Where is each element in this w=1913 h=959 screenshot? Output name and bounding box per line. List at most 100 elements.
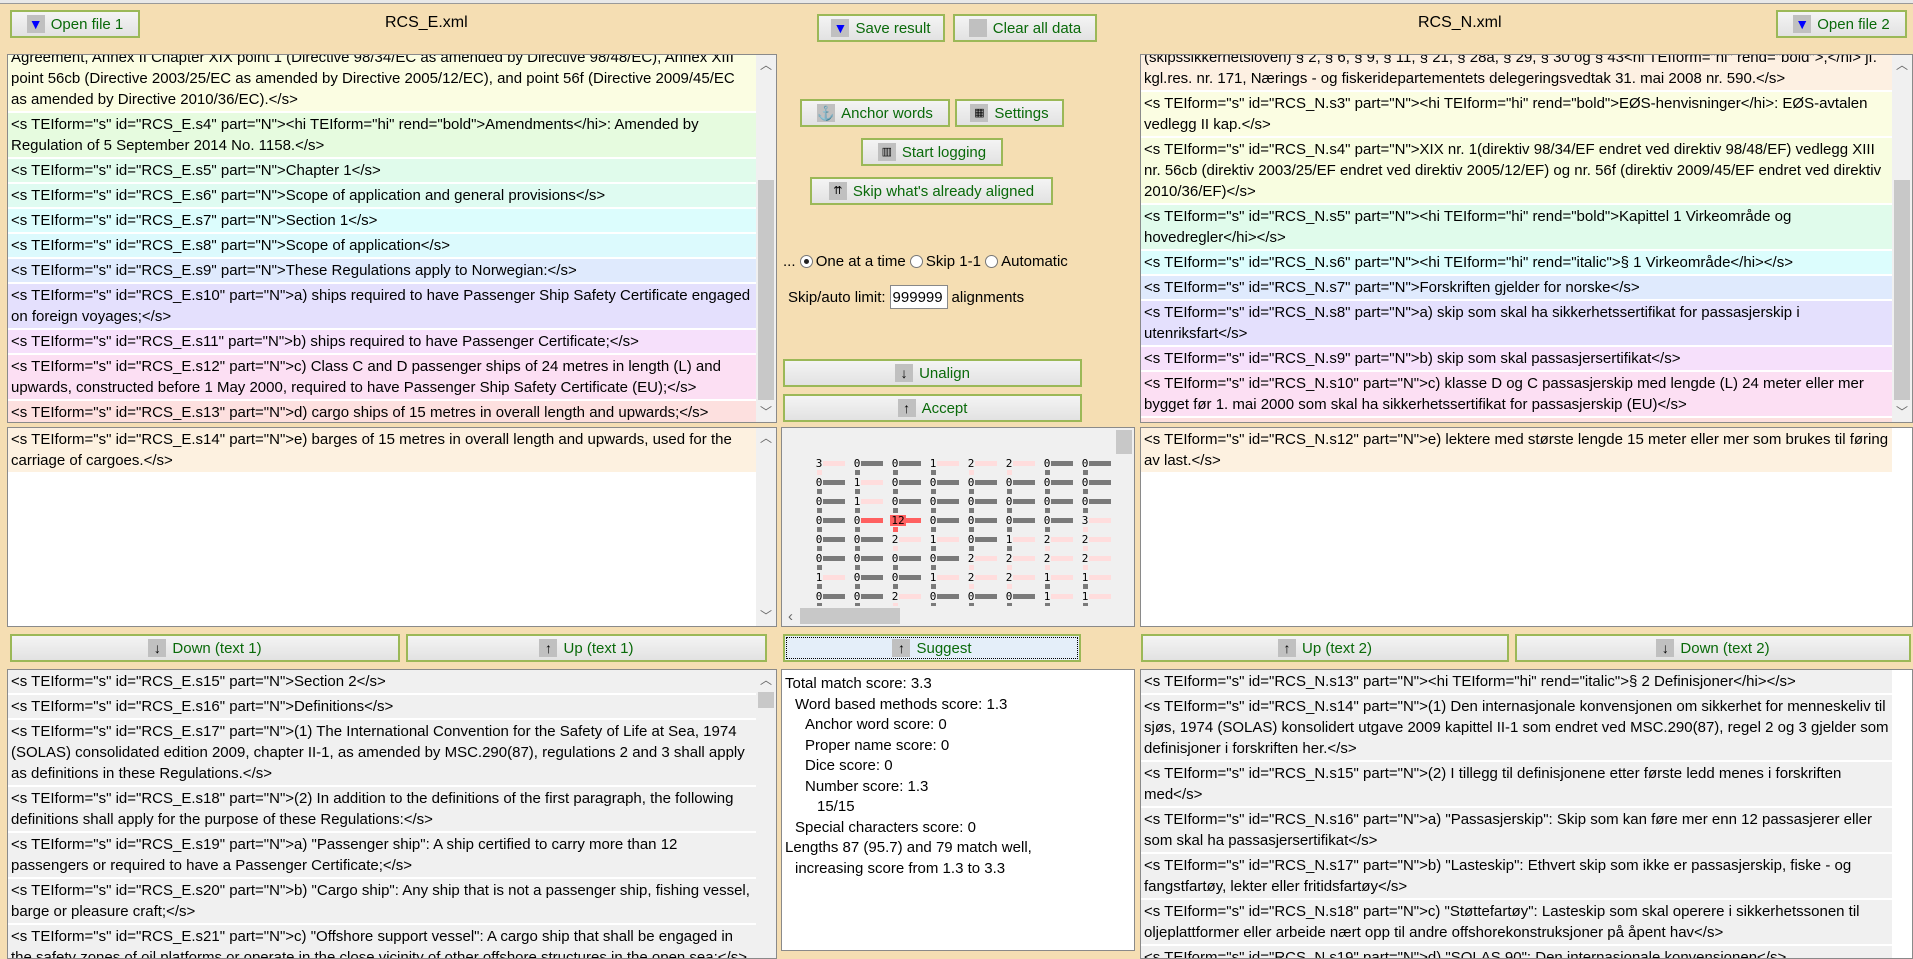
matrix-cell[interactable]: 0: [852, 515, 862, 526]
scroll-thumb[interactable]: [1116, 430, 1132, 454]
scroll-thumb[interactable]: [1894, 180, 1910, 400]
matrix-cell[interactable]: 1: [852, 496, 862, 507]
scroll-up-icon[interactable]: ︿: [756, 55, 776, 75]
sentence-row[interactable]: <s TEIform="s" id="RCS_N.s13" part="N"><…: [1141, 670, 1892, 695]
sentence-row[interactable]: <s TEIform="s" id="RCS_N.s14" part="N">(…: [1141, 695, 1892, 762]
matrix-cell[interactable]: 2: [1004, 572, 1014, 583]
matrix-cell[interactable]: 0: [852, 591, 862, 602]
sentence-row[interactable]: <s TEIform="s" id="RCS_N.s5" part="N"><h…: [1141, 205, 1892, 251]
matrix-cell[interactable]: 1: [852, 477, 862, 488]
text1-remaining-panel[interactable]: <s TEIform="s" id="RCS_E.s15" part="N">S…: [7, 669, 777, 959]
scrollbar[interactable]: ︿: [756, 670, 776, 958]
scroll-down-icon[interactable]: ﹀: [1892, 402, 1912, 422]
matrix-cell[interactable]: 0: [890, 496, 900, 507]
clear-all-data-button[interactable]: Clear all data: [953, 14, 1097, 42]
sentence-row[interactable]: <s TEIform="s" id="RCS_E.s18" part="N">(…: [8, 787, 756, 833]
matrix-hscroll[interactable]: ‹: [782, 606, 1134, 626]
up-text2-button[interactable]: ↑ Up (text 2): [1141, 634, 1509, 662]
scrollbar[interactable]: ︿ ﹀: [756, 55, 776, 422]
text2-unaligned-panel[interactable]: (skipssikkerhetsloven) § 2, § 6, § 9, § …: [1140, 54, 1913, 423]
sentence-row[interactable]: <s TEIform="s" id="RCS_N.s6" part="N"><h…: [1141, 251, 1892, 276]
scroll-thumb[interactable]: [758, 692, 774, 708]
radio-automatic[interactable]: Automatic: [985, 253, 1068, 270]
matrix-cell[interactable]: 0: [852, 572, 862, 583]
sentence-row[interactable]: <s TEIform="s" id="RCS_E.s9" part="N">Th…: [8, 259, 756, 284]
sentence-row[interactable]: Agreement, Annex II Chapter XIX point 1 …: [8, 55, 756, 113]
matrix-cell[interactable]: 1: [814, 572, 824, 583]
text2-remaining-panel[interactable]: <s TEIform="s" id="RCS_N.s13" part="N"><…: [1140, 669, 1913, 959]
scroll-thumb[interactable]: [758, 180, 774, 400]
matrix-cell[interactable]: 0: [814, 515, 824, 526]
matrix-cell[interactable]: 0: [1004, 477, 1014, 488]
sentence-row[interactable]: <s TEIform="s" id="RCS_N.s8" part="N">a)…: [1141, 301, 1892, 347]
text2-aligned-panel[interactable]: <s TEIform="s" id="RCS_N.s12" part="N">e…: [1140, 427, 1913, 627]
matrix-cell[interactable]: 0: [1004, 591, 1014, 602]
matrix-cell[interactable]: 0: [1004, 496, 1014, 507]
matrix-cell[interactable]: 0: [852, 458, 862, 469]
matrix-cell[interactable]: 0: [890, 477, 900, 488]
open-file-1-button[interactable]: ▼ Open file 1: [10, 10, 140, 38]
matrix-cell[interactable]: 0: [890, 458, 900, 469]
unalign-button[interactable]: ↓ Unalign: [783, 359, 1082, 387]
matrix-cell[interactable]: 1: [928, 534, 938, 545]
matrix-cell[interactable]: 0: [1042, 458, 1052, 469]
sentence-row[interactable]: <s TEIform="s" id="RCS_E.s19" part="N">a…: [8, 833, 756, 879]
sentence-row[interactable]: <s TEIform="s" id="RCS_N.s3" part="N"><h…: [1141, 92, 1892, 138]
matrix-cell[interactable]: 0: [966, 496, 976, 507]
matrix-cell[interactable]: 0: [966, 515, 976, 526]
matrix-cell[interactable]: 2: [1080, 534, 1090, 545]
sentence-row[interactable]: <s TEIform="s" id="RCS_N.s12" part="N">e…: [1141, 428, 1892, 474]
matrix-vscroll[interactable]: [1114, 428, 1134, 606]
text1-aligned-panel[interactable]: <s TEIform="s" id="RCS_E.s14" part="N">e…: [7, 427, 777, 627]
matrix-cell[interactable]: 0: [928, 553, 938, 564]
radio-one-at-a-time[interactable]: One at a time: [799, 253, 906, 270]
matrix-cell[interactable]: 3: [1080, 515, 1090, 526]
matrix-cell[interactable]: 0: [1080, 496, 1090, 507]
sentence-row[interactable]: <s TEIform="s" id="RCS_N.s10" part="N">c…: [1141, 372, 1892, 418]
settings-button[interactable]: ▦ Settings: [955, 99, 1064, 127]
sentence-row[interactable]: <s TEIform="s" id="RCS_E.s13" part="N">d…: [8, 401, 756, 422]
matrix-cell[interactable]: 2: [966, 553, 976, 564]
matrix-cell[interactable]: 0: [1042, 496, 1052, 507]
matrix-cell[interactable]: 2: [890, 534, 900, 545]
sentence-row[interactable]: <s TEIform="s" id="RCS_E.s17" part="N">(…: [8, 720, 756, 787]
anchor-words-button[interactable]: ⚓ Anchor words: [800, 99, 950, 127]
matrix-cell[interactable]: 2: [1080, 553, 1090, 564]
matrix-cell[interactable]: 0: [966, 591, 976, 602]
matrix-cell[interactable]: 2: [1004, 458, 1014, 469]
sentence-row[interactable]: (skipssikkerhetsloven) § 2, § 6, § 9, § …: [1141, 55, 1892, 92]
matrix-cell[interactable]: 0: [1004, 515, 1014, 526]
scroll-thumb[interactable]: [800, 608, 900, 624]
matrix-cell[interactable]: 1: [1080, 572, 1090, 583]
matrix-cell[interactable]: 1: [1042, 572, 1052, 583]
matrix-cell[interactable]: 0: [814, 496, 824, 507]
matrix-cell[interactable]: 2: [966, 572, 976, 583]
matrix-cell[interactable]: 0: [852, 534, 862, 545]
scrollbar[interactable]: ︿ ﹀: [1892, 55, 1912, 422]
sentence-row[interactable]: <s TEIform="s" id="RCS_E.s5" part="N">Ch…: [8, 159, 756, 184]
scroll-up-icon[interactable]: ︿: [756, 428, 776, 448]
matrix-cell[interactable]: 3: [814, 458, 824, 469]
matrix-cell[interactable]: 0: [1080, 477, 1090, 488]
matrix-cell[interactable]: 0: [814, 534, 824, 545]
limit-input[interactable]: [889, 285, 948, 309]
sentence-row[interactable]: <s TEIform="s" id="RCS_N.s16" part="N">a…: [1141, 808, 1892, 854]
open-file-2-button[interactable]: ▼ Open file 2: [1776, 10, 1907, 38]
matrix-cell[interactable]: 2: [1042, 553, 1052, 564]
sentence-row[interactable]: <s TEIform="s" id="RCS_N.s19" part="N">d…: [1141, 946, 1892, 958]
matrix-cell[interactable]: 0: [1042, 515, 1052, 526]
matrix-cell[interactable]: 1: [928, 458, 938, 469]
start-logging-button[interactable]: ▥ Start logging: [861, 138, 1003, 166]
matrix-cell[interactable]: 0: [814, 477, 824, 488]
matrix-cell[interactable]: 0: [1080, 458, 1090, 469]
sentence-row[interactable]: <s TEIform="s" id="RCS_N.s18" part="N">c…: [1141, 900, 1892, 946]
matrix-cell[interactable]: 0: [814, 591, 824, 602]
scroll-up-icon[interactable]: ︿: [1892, 55, 1912, 75]
sentence-row[interactable]: <s TEIform="s" id="RCS_E.s8" part="N">Sc…: [8, 234, 756, 259]
matrix-cell[interactable]: 1: [1042, 591, 1052, 602]
matrix-cell[interactable]: 0: [966, 534, 976, 545]
sentence-row[interactable]: <s TEIform="s" id="RCS_N.s4" part="N">XI…: [1141, 138, 1892, 205]
matrix-cell[interactable]: 1: [928, 572, 938, 583]
down-text2-button[interactable]: ↓ Down (text 2): [1515, 634, 1911, 662]
sentence-row[interactable]: <s TEIform="s" id="RCS_E.s6" part="N">Sc…: [8, 184, 756, 209]
